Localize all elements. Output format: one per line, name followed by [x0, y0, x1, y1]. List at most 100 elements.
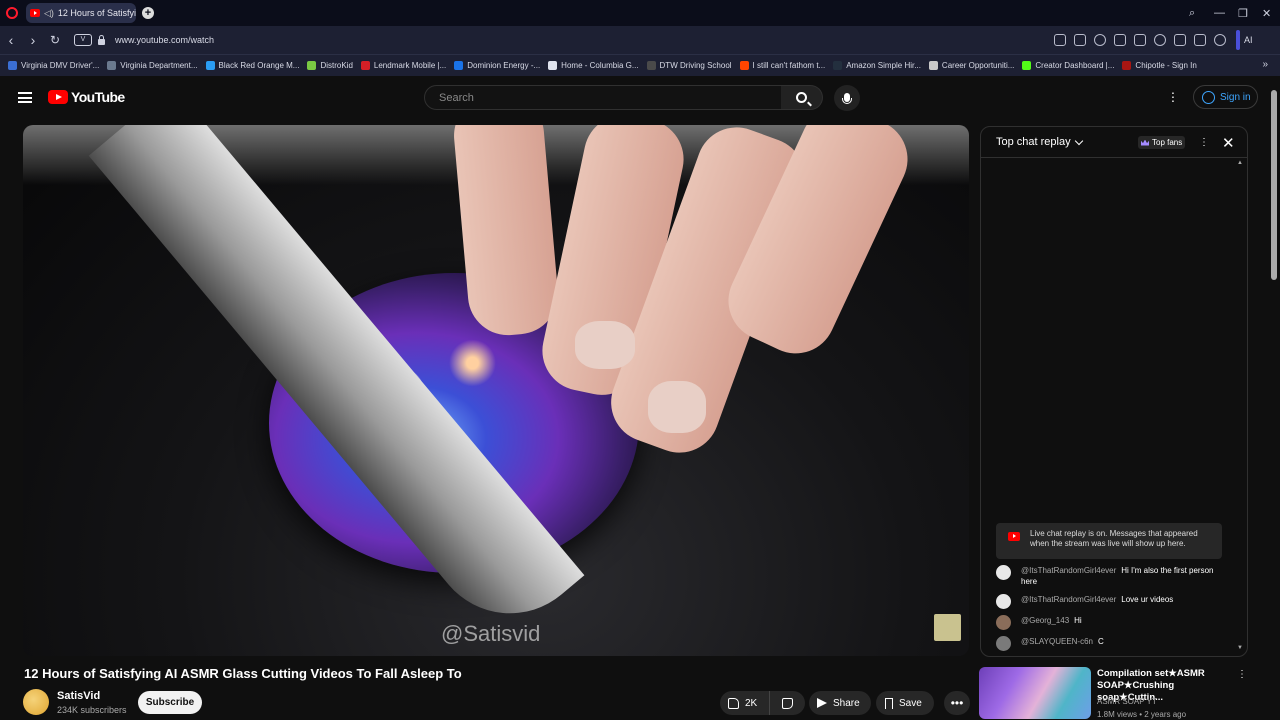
reload-button[interactable]: ↻ [44, 33, 66, 47]
bookmark-item[interactable]: Chipotle - Sign In [1122, 61, 1197, 70]
bookmark-favicon-icon [107, 61, 117, 70]
aria-label: AI [1244, 35, 1253, 45]
chat-message[interactable]: @ItsThatRandomGirl4ever Hi I'm also the f… [996, 565, 1226, 587]
list-icon[interactable] [1134, 34, 1146, 46]
youtube-favicon-icon [30, 9, 40, 17]
bookmark-favicon-icon [739, 61, 749, 70]
bookmark-item[interactable]: DistroKid [307, 61, 353, 70]
forward-button[interactable]: › [22, 32, 44, 48]
search-button[interactable] [781, 85, 823, 110]
bookmark-item[interactable]: I still can't fathom t... [739, 61, 825, 70]
recommended-video-menu-icon[interactable]: ⋮ [1237, 669, 1247, 680]
sign-in-button[interactable]: Sign in [1193, 85, 1258, 109]
chat-message[interactable]: @Georg_143 Hi [996, 615, 1226, 630]
recommended-video-meta: 1.8M views • 2 years ago [1097, 710, 1187, 719]
bookmark-favicon-icon [360, 61, 370, 70]
back-button[interactable]: ‹ [0, 32, 22, 48]
url-field[interactable]: www.youtube.com/watch [115, 35, 214, 45]
chat-mode-dropdown[interactable]: Top chat replay [996, 136, 1083, 148]
channel-avatar[interactable] [23, 689, 49, 715]
chat-message[interactable]: @ItsThatRandomGirl4ever Love ur videos [996, 594, 1226, 609]
play-icon[interactable] [1114, 34, 1126, 46]
channel-name[interactable]: SatisVid [57, 690, 100, 702]
hamburger-menu-icon[interactable] [18, 92, 32, 103]
subscribe-button[interactable]: Subscribe [138, 691, 202, 714]
top-fans-badge[interactable]: Top fans [1138, 136, 1186, 149]
bookmark-favicon-icon [307, 61, 317, 70]
new-tab-button[interactable]: + [142, 7, 154, 19]
bookmark-item[interactable]: Career Opportuniti... [928, 61, 1015, 70]
bookmark-item[interactable]: Virginia DMV Driver'... [8, 61, 99, 70]
youtube-logo[interactable]: YouTube [48, 89, 125, 105]
bookmark-item[interactable]: Creator Dashboard |... [1022, 61, 1114, 70]
dislike-button[interactable] [770, 691, 805, 715]
aria-ai-button[interactable]: AI [1236, 29, 1280, 51]
heart-icon[interactable] [1154, 34, 1166, 46]
bookmark-item[interactable]: DTW Driving School [646, 61, 732, 70]
recommended-video-thumbnail[interactable] [979, 667, 1091, 719]
chat-mode-label: Top chat replay [996, 136, 1071, 148]
bookmark-label: Career Opportuniti... [941, 61, 1015, 70]
speaker-icon[interactable]: ◁) [44, 8, 54, 19]
search-input[interactable] [425, 86, 781, 109]
profile-icon[interactable] [1214, 34, 1226, 46]
bookmark-favicon-icon [833, 61, 843, 70]
bookmark-item[interactable]: Black Red Orange M... [205, 61, 299, 70]
page-scrollbar[interactable] [1271, 90, 1277, 280]
vpn-badge[interactable]: V [74, 34, 92, 46]
search-icon [796, 92, 807, 103]
bookmark-label: Chipotle - Sign In [1135, 61, 1197, 70]
bookmark-label: Creator Dashboard |... [1035, 61, 1115, 70]
save-button[interactable]: Save [876, 691, 934, 715]
address-bar: ‹ › ↻ V www.youtube.com/watch AI [0, 26, 1280, 54]
edit-icon[interactable] [1054, 34, 1066, 46]
notice-text: Live chat replay is on. Messages that ap… [1030, 529, 1198, 548]
bookmark-item[interactable]: Virginia Department... [107, 61, 198, 70]
download-icon[interactable] [1174, 34, 1186, 46]
chat-header: Top chat replay Top fans ⋮ ✕ [981, 127, 1247, 158]
video-player[interactable]: @Satisvid [23, 125, 969, 656]
shield-icon[interactable] [1094, 34, 1106, 46]
bookmark-item[interactable]: Lendmark Mobile |... [360, 61, 446, 70]
settings-kebab-icon[interactable]: · · · [1170, 85, 1176, 107]
chat-text: C [1098, 637, 1104, 646]
youtube-logo-text: YouTube [71, 89, 125, 105]
browser-tab-active[interactable]: ◁) 12 Hours of Satisfying [26, 3, 136, 23]
youtube-play-logo-icon [48, 90, 68, 104]
camera-icon[interactable] [1074, 34, 1086, 46]
share-button[interactable]: Share [809, 691, 871, 715]
close-chat-icon[interactable]: ✕ [1222, 134, 1235, 152]
opera-logo-icon[interactable] [6, 7, 18, 19]
fingernail-1 [575, 321, 635, 369]
minimize-button[interactable]: — [1214, 0, 1225, 26]
bookmark-label: Home - Columbia G... [561, 61, 639, 70]
recommended-video-channel[interactable]: ASMR SOAP YT [1097, 697, 1157, 706]
top-fans-label: Top fans [1152, 138, 1183, 147]
chat-author: @Georg_143 [1021, 616, 1070, 625]
bookmark-item[interactable]: Amazon Simple Hir... [833, 61, 921, 70]
bookmark-item[interactable]: Home - Columbia G... [548, 61, 639, 70]
lock-icon[interactable] [98, 34, 105, 45]
channel-watermark-thumbnail[interactable] [934, 614, 961, 641]
chat-menu-kebab-icon[interactable]: ⋮ [1199, 137, 1209, 148]
bookmark-item[interactable]: Dominion Energy -... [454, 61, 540, 70]
live-chat-panel: Top chat replay Top fans ⋮ ✕ ▲ ▼ Live ch… [980, 126, 1248, 657]
voice-search-button[interactable] [834, 85, 860, 111]
chat-message[interactable]: @SLAYQUEEN-c6n C [996, 636, 1226, 651]
close-window-button[interactable]: ✕ [1262, 0, 1271, 26]
bookmark-favicon-icon [8, 61, 17, 70]
sign-in-label: Sign in [1220, 91, 1251, 103]
bookmark-favicon-icon [1122, 61, 1132, 70]
more-actions-button[interactable]: ••• [944, 691, 970, 715]
restore-button[interactable]: ❐ [1238, 0, 1248, 26]
menu-icon[interactable] [1194, 34, 1206, 46]
scroll-up-arrow-icon[interactable]: ▲ [1237, 160, 1243, 166]
scroll-down-arrow-icon[interactable]: ▼ [1237, 645, 1243, 651]
chat-author: @ItsThatRandomGirl4ever [1021, 566, 1117, 575]
search-tabs-icon[interactable]: ⌕ [1189, 0, 1195, 26]
user-icon [1202, 90, 1215, 104]
bookmark-label: Virginia DMV Driver'... [21, 61, 100, 70]
more-bookmarks-icon[interactable]: » [1262, 59, 1268, 70]
bookmark-favicon-icon [205, 61, 215, 70]
like-button[interactable]: 2K [720, 691, 770, 715]
